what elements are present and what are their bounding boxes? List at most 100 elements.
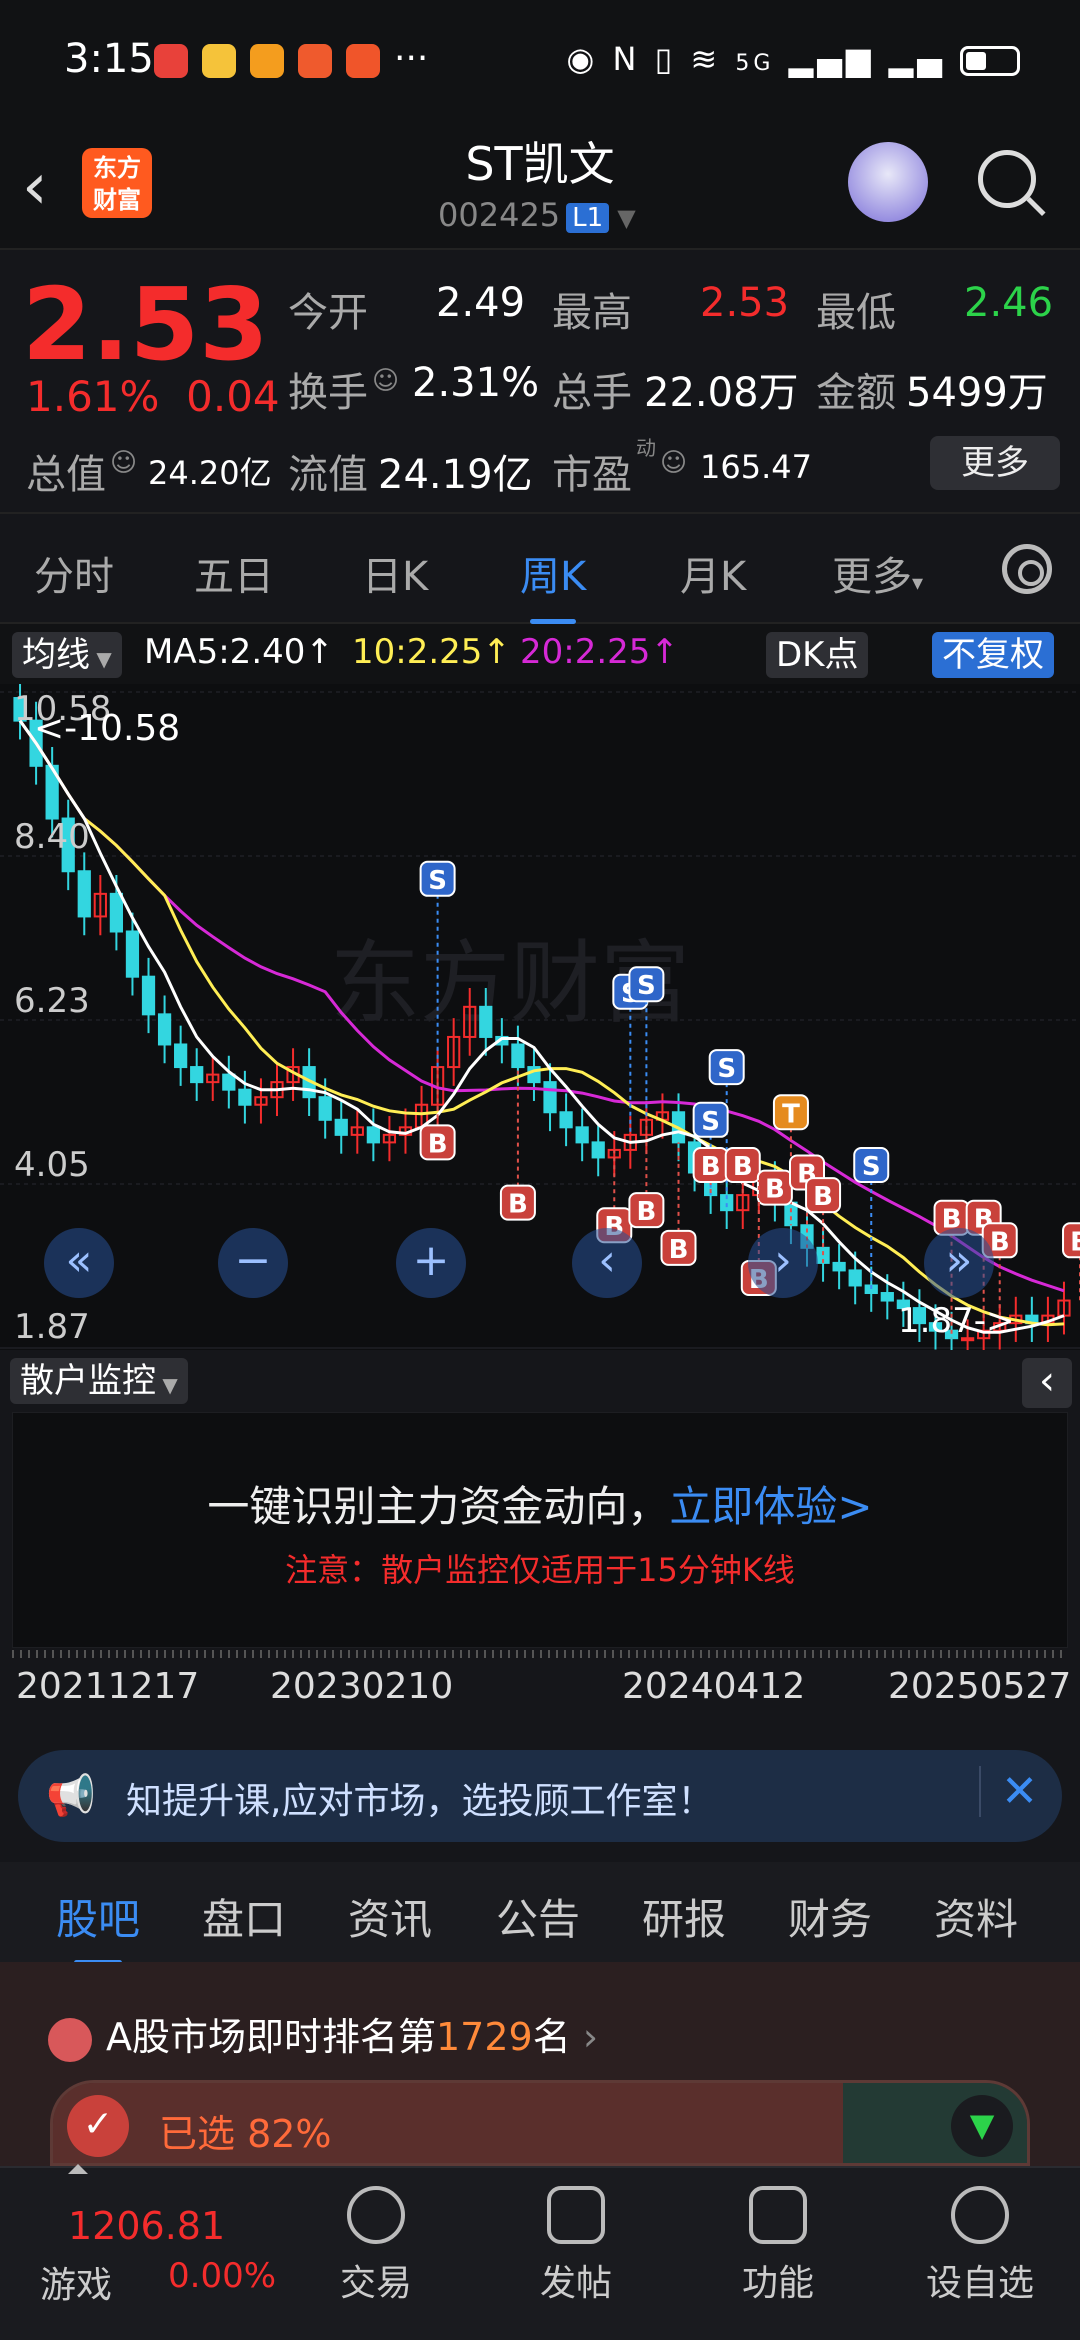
kline-chart[interactable]: 东方财富 SBBSSBBSSBBTBBBBBSBBBBS 10.58 8.40 … [0,679,1080,1358]
more-dots-icon [951,2186,1009,2244]
index-name: 游戏 [40,2265,113,2306]
tab-announce[interactable]: 公告 [496,1886,580,1947]
nav-trade[interactable]: 交易 [306,2178,446,2306]
nfc-icon: N [612,40,641,78]
volume-value: 22.08万 [644,370,799,416]
send-icon [346,44,380,78]
stock-header: ‹ 东方 财富 ST凯文 002425 L1 ▼ [0,120,1080,250]
candle-body [591,1141,605,1159]
candle-body [832,1261,846,1272]
ma5-value: MA5:2.40↑ [144,632,334,672]
monitor-note: 注意：散户监控仅适用于15分钟K线 [285,1551,795,1589]
tab-five-day[interactable]: 五日 [194,544,274,602]
zoom-out-button[interactable]: − [218,1228,288,1298]
tab-more-label: 更多 [832,554,912,600]
robot-assistant-icon[interactable] [848,142,928,222]
svg-text:B: B [701,1152,721,1182]
huawei-app-icon [154,44,188,78]
low-value: 2.46 [964,280,1054,326]
svg-text:S: S [637,971,656,1001]
down-arrow-icon[interactable]: ▼ [951,2095,1013,2157]
y-tick-2: 8.40 [14,817,90,857]
monitor-panel: 一键识别主力资金动向，立即体验> 注意：散户监控仅适用于15分钟K线 [12,1412,1068,1648]
pe-dynamic-sup: 动 [636,436,656,460]
candle-body [190,1066,204,1084]
index-value: 1206.81 [68,2204,226,2248]
index-change: 0.00% [168,2256,277,2296]
scroll-left-fast-button[interactable]: « [44,1228,114,1298]
scroll-right-fast-button[interactable]: » [924,1228,994,1298]
turnover-label: 换手 [288,370,368,416]
tab-guba[interactable]: 股吧 [56,1886,140,1965]
stock-code-row[interactable]: 002425 L1 ▼ [438,196,636,234]
rank-number: 1729 [436,2015,533,2059]
tab-profile[interactable]: 资料 [934,1886,1018,1947]
nav-watchlist[interactable]: 设自选 [910,2178,1050,2306]
tab-more[interactable]: 更多▾ [832,544,923,602]
candle-body [77,870,91,918]
mktcap-label: 总值 [26,452,106,498]
nav-watchlist-label: 设自选 [925,2263,1034,2304]
float-value: 24.19亿 [378,452,533,498]
nav-post-label: 发帖 [539,2263,612,2304]
pe-label: 市盈 [552,452,632,498]
x-axis-dates: 20211217 20230210 20240412 20250527 [0,1648,1080,1728]
scroll-right-button[interactable]: › [748,1228,818,1298]
candle-body [559,1111,573,1129]
tab-pankou[interactable]: 盘口 [202,1886,286,1947]
candle-body [334,1118,348,1136]
tab-intraday[interactable]: 分时 [34,544,114,602]
search-icon[interactable] [978,150,1036,208]
y-tick-3: 6.23 [14,981,90,1021]
quote-panel: 2.53 1.61% 0.04 今开 2.49 最高 2.53 最低 2.46 … [0,252,1080,514]
candle-body [174,1043,188,1069]
tab-news[interactable]: 资讯 [348,1886,432,1947]
more-button[interactable]: 更多 [930,436,1060,490]
tab-monthly-k[interactable]: 月K [680,544,746,602]
open-value: 2.49 [436,280,526,326]
tab-research[interactable]: 研报 [642,1886,726,1947]
status-time: 3:15 [64,36,154,82]
try-now-link[interactable]: 立即体验> [669,1482,872,1531]
mktcap-value: 24.20亿 [148,454,272,492]
tab-finance[interactable]: 财务 [788,1886,872,1947]
megaphone-icon: 📢 [46,1773,96,1819]
gear-icon[interactable] [1002,544,1052,594]
candle-body [109,892,124,933]
adjust-selector[interactable]: 不复权 [932,632,1054,678]
y-tick-4: 4.05 [14,1145,90,1185]
x-tick-1: 20211217 [16,1666,200,1707]
tab-weekly-k[interactable]: 周K [520,544,586,624]
zoom-in-button[interactable]: + [396,1228,466,1298]
info-icon[interactable]: ☺ [110,448,137,478]
scroll-left-button[interactable]: ‹ [572,1228,642,1298]
indicator-selector[interactable]: 均线 ▼ [12,632,122,678]
svg-text:B: B [636,1197,656,1227]
tab-daily-k[interactable]: 日K [362,544,428,602]
last-price: 2.53 [22,266,269,383]
vote-bar[interactable]: ✓ 已选 82% ▼ [50,2080,1030,2166]
nav-functions[interactable]: 功能 [708,2178,848,2306]
dk-point-selector[interactable]: DK点 [766,632,869,678]
candle-body [238,1088,252,1106]
rank-prefix: A股市场即时排名第 [106,2015,436,2059]
amount-value: 5499万 [906,370,1048,416]
high-value: 2.53 [700,280,790,326]
time-scrollbar[interactable] [12,1650,1068,1658]
collapse-chevron-icon[interactable]: ‹ [1022,1358,1072,1408]
signal-b-marker: B [756,1169,793,1206]
high-label: 最高 [552,290,632,336]
info-icon[interactable]: ☺ [372,366,399,396]
svg-text:B: B [765,1175,785,1205]
rank-text[interactable]: A股市场即时排名第1729名 › [48,2006,598,2062]
max-price-label: <-10.58 [34,708,180,749]
rank-chart-icon [48,2017,92,2062]
monitor-selector[interactable]: 散户监控 ▼ [10,1358,188,1404]
info-icon[interactable]: ☺ [660,448,687,478]
network-type: 5G [735,51,775,76]
close-icon[interactable]: ✕ [979,1766,1038,1817]
ma-row: 均线 ▼ MA5:2.40↑ 10:2.25↑ 20:2.25↑ DK点 不复权 [0,624,1080,684]
notice-banner[interactable]: 📢 知提升课,应对市场，选投顾工作室！ ✕ [18,1750,1062,1842]
nav-post[interactable]: 发帖 [506,2178,646,2306]
indicator-label: 均线 [22,635,90,675]
